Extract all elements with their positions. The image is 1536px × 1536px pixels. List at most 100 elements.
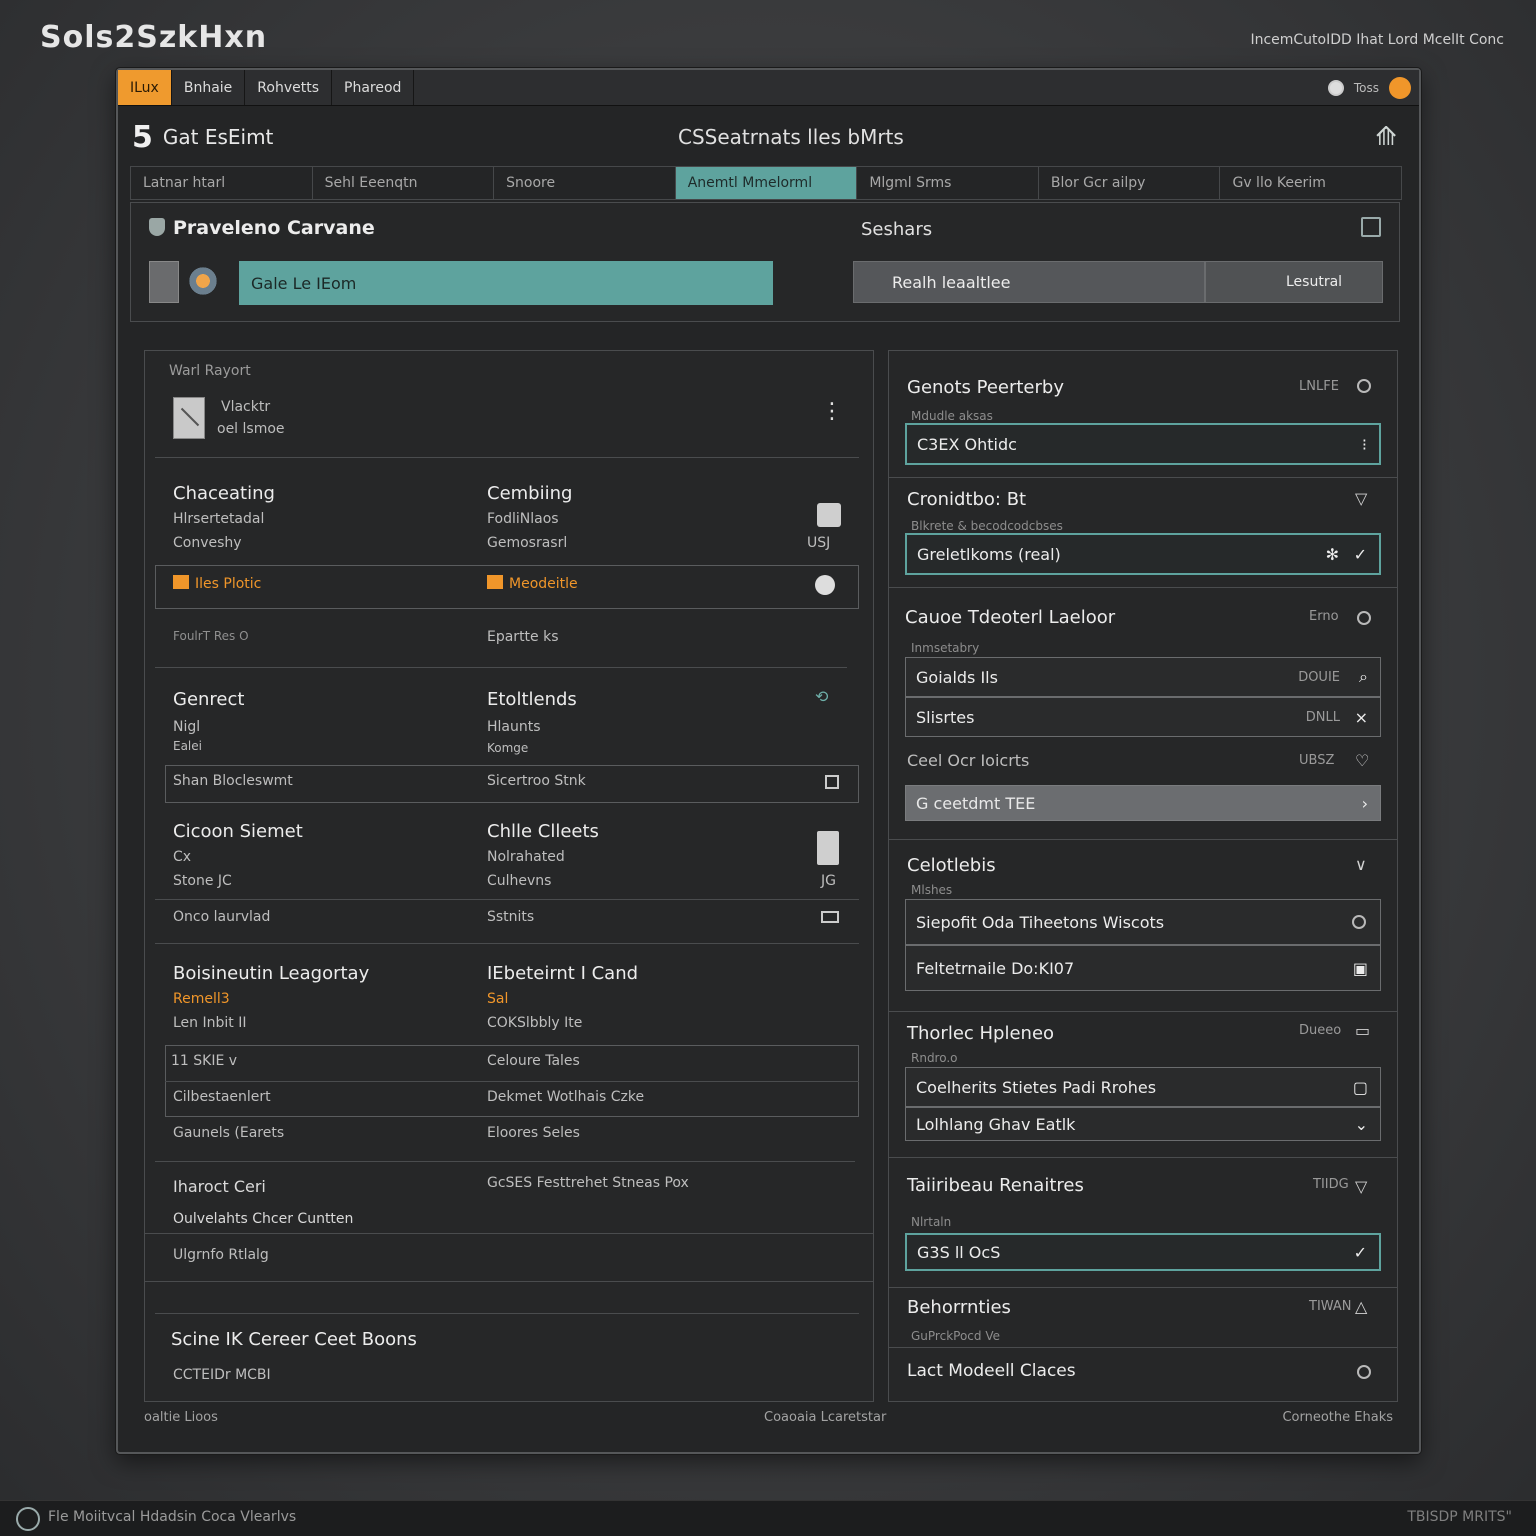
more-options-icon[interactable]: ⋮ bbox=[821, 399, 843, 424]
section-meta: USJ bbox=[807, 535, 831, 551]
right-panel: Genots Peerterby LNLFE Mdudle aksas C3EX… bbox=[888, 350, 1398, 1402]
expand-icon[interactable] bbox=[1361, 217, 1381, 237]
menubar-right: Toss bbox=[1327, 70, 1419, 105]
section-title: Cembiing bbox=[487, 483, 573, 504]
status-center: Coaoaia Lcaretstar bbox=[764, 1410, 887, 1425]
sync-icon[interactable]: ⟲ bbox=[815, 687, 828, 706]
row-label: FoulrT Res O bbox=[173, 629, 249, 643]
block-subtitle: Nlrtaln bbox=[911, 1215, 952, 1229]
tab-2[interactable]: Sehl Eeenqtn bbox=[313, 167, 495, 199]
block-meta: LNLFE bbox=[1299, 379, 1339, 394]
block-subtitle: Blkrete & becodcodcbses bbox=[911, 519, 1063, 533]
section-title: Cicoon Siemet bbox=[173, 821, 303, 842]
card-icon[interactable] bbox=[821, 911, 839, 923]
block-title: Ceel Ocr Ioicrts bbox=[907, 751, 1030, 770]
warning-icon[interactable]: △ bbox=[1355, 1297, 1367, 1316]
list-item[interactable]: Goialds Ils DOUIE ⌕ bbox=[905, 657, 1381, 697]
list-item[interactable]: Lact Modeell Claces bbox=[907, 1361, 1076, 1381]
divider bbox=[889, 1347, 1397, 1348]
menu-item-rohvetts[interactable]: Rohvetts bbox=[245, 70, 332, 105]
radio-icon bbox=[1352, 915, 1366, 929]
table-cell: Gaunels (Earets bbox=[173, 1125, 285, 1141]
antenna-icon[interactable]: ⟰ bbox=[1371, 122, 1401, 152]
tab-6[interactable]: Blor Gcr ailpy bbox=[1039, 167, 1221, 199]
orange-square-icon bbox=[173, 575, 189, 589]
left-panel: Warl Rayort Vlacktr oel lsmoe ⋮ Chaceati… bbox=[144, 350, 874, 1402]
hero-action-button[interactable]: Lesutral bbox=[1205, 261, 1383, 303]
heart-icon[interactable]: ♡ bbox=[1355, 751, 1369, 770]
radio-icon[interactable] bbox=[1357, 1365, 1371, 1379]
hero-secondary-input[interactable]: Realh leaaltlee bbox=[853, 261, 1205, 303]
folder-icon[interactable]: ▭ bbox=[1355, 1021, 1370, 1040]
section-line: Nolrahated bbox=[487, 849, 565, 865]
section-line: Gemosrasrl bbox=[487, 535, 568, 551]
list-item[interactable]: Siepofit Oda Tiheetons Wiscots bbox=[905, 899, 1381, 945]
section-line: Hlaunts bbox=[487, 719, 541, 735]
chevron-down-icon[interactable]: ▽ bbox=[1355, 489, 1367, 508]
row-label: Sstnits bbox=[487, 909, 535, 925]
select-field[interactable]: Greletlkoms (real) ✻ ✓ bbox=[905, 533, 1381, 575]
menu-item-bnhaie[interactable]: Bnhaie bbox=[172, 70, 246, 105]
block-title: Genots Peerterby bbox=[907, 377, 1064, 398]
edit-icon: ⌕ bbox=[1359, 667, 1368, 686]
orange-label: Iles Plotic bbox=[173, 575, 261, 592]
section-line: Remell3 bbox=[173, 991, 230, 1007]
block-meta: UBSZ bbox=[1299, 753, 1335, 768]
section-line: Culhevns bbox=[487, 873, 552, 889]
divider bbox=[145, 1281, 873, 1282]
divider bbox=[889, 1157, 1397, 1158]
titlebar: 5 Gat EsEimt CSSeatrnats lles bMrts ⟰ bbox=[118, 108, 1419, 166]
block-meta: Dueeo bbox=[1299, 1023, 1342, 1038]
radio-icon[interactable] bbox=[1357, 611, 1371, 625]
file-icon[interactable] bbox=[817, 503, 841, 527]
bottom-title: Scine IK Cereer Ceet Boons bbox=[171, 1329, 417, 1350]
list-item[interactable]: Slisrtes DNLL × bbox=[905, 697, 1381, 737]
divider bbox=[155, 1313, 859, 1314]
cup-icon[interactable]: ▽ bbox=[1355, 1177, 1367, 1196]
hero-search-input[interactable]: Gale Le IEom bbox=[239, 261, 773, 305]
doc-line-1: Vlacktr bbox=[221, 399, 271, 415]
row-label: Oulvelahts Chcer Cuntten bbox=[173, 1211, 354, 1227]
tab-5[interactable]: Mlgml Srms bbox=[857, 167, 1039, 199]
list-item[interactable]: Coelherits Stietes Padi Rrohes ▢ bbox=[905, 1067, 1381, 1107]
tab-7[interactable]: Gv llo Keerim bbox=[1220, 167, 1401, 199]
globe-icon[interactable] bbox=[1327, 79, 1344, 96]
divider bbox=[889, 477, 1397, 478]
chevron-down-icon[interactable]: ∨ bbox=[1355, 855, 1367, 874]
page-number: 5 bbox=[132, 119, 153, 155]
table-cell[interactable]: 11 SKIE v bbox=[171, 1053, 237, 1069]
menu-item-ilux[interactable]: ILux bbox=[118, 70, 172, 105]
menu-icon: ⁝ bbox=[1361, 434, 1367, 454]
divider bbox=[165, 1081, 859, 1082]
progress-field[interactable]: G ceetdmt TEE › bbox=[905, 785, 1381, 821]
menu-item-phareod[interactable]: Phareod bbox=[332, 70, 415, 105]
menubar-right-label[interactable]: Toss bbox=[1354, 81, 1379, 95]
list-item[interactable]: Feltetrnaile Do:KI07 ▣ bbox=[905, 945, 1381, 991]
status-dot-icon[interactable] bbox=[1389, 76, 1411, 99]
page-title: Gat EsEimt bbox=[162, 125, 274, 149]
select-field[interactable]: C3EX Ohtidc ⁝ bbox=[905, 423, 1381, 465]
bookmark-icon[interactable] bbox=[817, 831, 839, 865]
compass-icon[interactable] bbox=[187, 265, 219, 297]
footer-text: Fle Moiitvcal Hdadsin Coca Vlearlvs bbox=[48, 1509, 297, 1525]
section-line: Nigl bbox=[173, 719, 201, 735]
section-title: IEbeteirnt I Cand bbox=[487, 963, 639, 984]
checkbox-icon[interactable] bbox=[825, 775, 839, 789]
select-field[interactable]: G3S ll OcS ✓ bbox=[905, 1233, 1381, 1271]
footer-right: TBISDP MRITS" bbox=[1407, 1509, 1512, 1525]
close-icon: × bbox=[1354, 707, 1368, 727]
divider bbox=[889, 587, 1397, 588]
copy-icon: ▢ bbox=[1352, 1077, 1368, 1097]
tab-1[interactable]: Latnar htarl bbox=[131, 167, 313, 199]
table-cell: Dekmet Wotlhais Czke bbox=[487, 1089, 645, 1105]
settings-icon[interactable] bbox=[815, 575, 835, 595]
menubar: ILux Bnhaie Rohvetts Phareod Toss bbox=[118, 70, 1419, 106]
tab-3[interactable]: Snoore bbox=[494, 167, 676, 199]
radio-icon[interactable] bbox=[1357, 379, 1371, 393]
divider bbox=[155, 667, 847, 668]
list-item[interactable]: Lolhlang Ghav Eatlk ⌄ bbox=[905, 1107, 1381, 1141]
row-label: GcSES Festtrehet Stneas Pox bbox=[487, 1175, 689, 1191]
tab-4-active[interactable]: Anemtl Mmelorml bbox=[675, 167, 858, 199]
row-label: Epartte ks bbox=[487, 629, 559, 645]
section-title: Etoltlends bbox=[487, 689, 577, 710]
